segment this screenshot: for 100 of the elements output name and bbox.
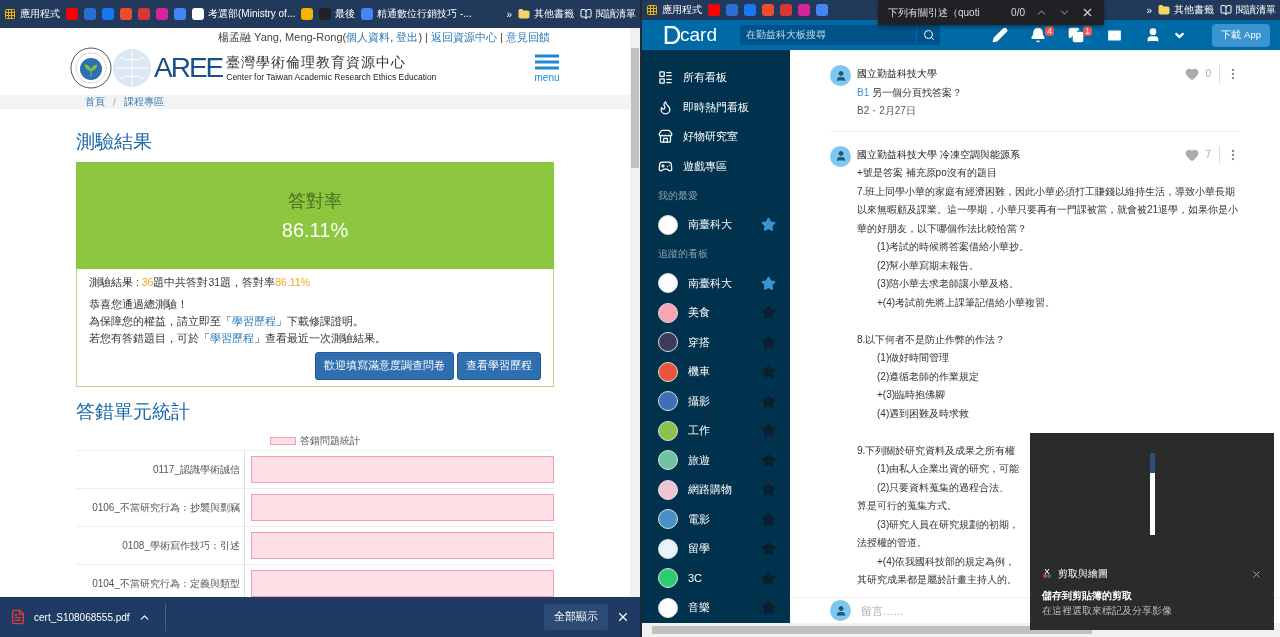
- reading-list[interactable]: 閱讀清單: [1220, 3, 1276, 17]
- notification-badge: 4: [1045, 26, 1054, 36]
- board-item[interactable]: 留學: [642, 534, 790, 564]
- comment-text: 法授權的管道。: [857, 536, 927, 550]
- breadcrumb-link[interactable]: 課程專區: [123, 95, 164, 109]
- star-icon[interactable]: [761, 570, 776, 586]
- show-all-button[interactable]: 全部顯示: [544, 604, 608, 630]
- board-item[interactable]: 穿搭: [642, 327, 790, 357]
- board-item[interactable]: 網路購物: [642, 475, 790, 505]
- history-link[interactable]: 學習歷程: [232, 315, 276, 327]
- breadcrumb-link[interactable]: 首頁: [85, 95, 105, 109]
- legend-swatch: [270, 437, 296, 445]
- result-summary: 測驗結果 : 36題中共答對31題，答對率86.11%: [89, 275, 311, 290]
- comment-text: 8.以下何者不是防止作弊的作法？: [857, 332, 1006, 347]
- sidebar-item[interactable]: 遊戲專區: [642, 151, 790, 181]
- history-link[interactable]: 學習歷程: [210, 332, 254, 344]
- category-label: 0104_不當研究行為：定義與類型: [91, 576, 241, 591]
- board-item[interactable]: 電影: [642, 504, 790, 534]
- bookmark-folder[interactable]: 其他書籤: [518, 7, 574, 21]
- user-avatar: [830, 600, 851, 621]
- apps-shortcut[interactable]: 應用程式: [646, 3, 702, 17]
- star-icon[interactable]: [761, 217, 776, 233]
- star-icon[interactable]: [761, 541, 776, 557]
- ministry-seal-drawing: [70, 47, 112, 89]
- site-icon[interactable]: [301, 8, 314, 20]
- star-icon[interactable]: [761, 334, 776, 350]
- more-bookmarks[interactable]: »: [1146, 4, 1152, 16]
- star-icon[interactable]: [761, 511, 776, 527]
- comment-text: +(4)考試前先將上課筆記借給小華複習。: [877, 295, 1056, 310]
- star-icon[interactable]: [761, 423, 776, 439]
- heart-icon[interactable]: [1185, 67, 1200, 82]
- comment-text: (3)研究人員在研究規劃的初期，: [877, 517, 1020, 532]
- site-icon[interactable]: [66, 8, 78, 20]
- toast-title: 儲存到剪貼簿的剪取: [1042, 589, 1133, 603]
- board-item[interactable]: 攝影: [642, 386, 790, 416]
- comment-text: 9.下列關於研究資料及成果之所有權: [857, 443, 1016, 458]
- pencil-icon[interactable]: [992, 27, 1008, 43]
- board-item[interactable]: 南臺科大: [642, 268, 790, 298]
- close-icon[interactable]: [1251, 568, 1262, 580]
- apps-shortcut[interactable]: 應用程式: [4, 7, 60, 21]
- star-icon[interactable]: [761, 275, 776, 291]
- comment-text: 7.班上同學小華的家庭有經濟困難，因此小華必須打工賺錢以維持生活，導致小華長期以來無暇顧及課業。這一學期，小華只要再有一門課被當，就會被21退學，如果你是小華的好朋友，以下哪個作法比較恰當？: [857, 184, 1240, 236]
- store-icon: [658, 129, 673, 145]
- comment-text: 算是可行的蒐集方式。: [857, 499, 957, 513]
- board-item[interactable]: 美食: [642, 298, 790, 328]
- bookmark-link[interactable]: 精通數位行銷技巧 -...: [361, 7, 472, 21]
- bookmark-link[interactable]: 考選部(Ministry of...: [192, 7, 296, 21]
- site-icon[interactable]: [174, 8, 186, 20]
- user-icon[interactable]: [1145, 27, 1161, 43]
- site-icon[interactable]: [708, 4, 720, 16]
- reading-list[interactable]: 閱讀清單: [580, 7, 636, 21]
- sidebar-item[interactable]: 所有看板: [642, 63, 790, 93]
- board-item[interactable]: 旅遊: [642, 445, 790, 475]
- site-icon[interactable]: [120, 8, 132, 20]
- apps-icon: [4, 8, 16, 20]
- card-badge: 1: [1083, 26, 1092, 36]
- close-icon[interactable]: [1081, 6, 1094, 19]
- match-count: 0/0: [1011, 7, 1025, 18]
- site-icon[interactable]: [762, 4, 774, 16]
- board-item[interactable]: 3C: [642, 563, 790, 593]
- search-field[interactable]: 在勤益科大板搜尋: [740, 25, 940, 45]
- sidebar-item[interactable]: 即時熱門看板: [642, 92, 790, 122]
- menu-icon: [534, 53, 560, 70]
- board-item[interactable]: 南臺科大: [642, 210, 790, 240]
- bell-icon[interactable]: [1030, 27, 1046, 43]
- star-icon[interactable]: [761, 482, 776, 498]
- cards-icon[interactable]: [1068, 27, 1084, 43]
- user-info: 楊孟融 Yang, Meng-Rong(個人資料, 登出) | 返回資源中心 | 意見回饋: [217, 30, 551, 45]
- sidebar-item[interactable]: 好物研究室: [642, 122, 790, 152]
- board-item[interactable]: 機車: [642, 357, 790, 387]
- menu-button[interactable]: menu: [534, 53, 560, 83]
- logo-icon: [664, 26, 680, 44]
- bookmark-link[interactable]: 最後: [319, 7, 356, 21]
- star-icon[interactable]: [761, 364, 776, 380]
- board-item[interactable]: 工作: [642, 416, 790, 446]
- bookmark-folder[interactable]: 其他書籤: [1158, 3, 1214, 17]
- action-button[interactable]: 歡迎填寫滿意度調查問卷: [315, 352, 454, 380]
- search-icon[interactable]: [922, 29, 935, 41]
- star-icon[interactable]: [761, 600, 776, 616]
- section-label: 我的最愛: [657, 188, 699, 203]
- download-file[interactable]: cert_S108068555.pdf: [34, 611, 130, 623]
- action-button[interactable]: 查看學習歷程: [457, 352, 541, 380]
- user-link[interactable]: 登出: [396, 31, 419, 43]
- star-icon[interactable]: [761, 305, 776, 321]
- user-link[interactable]: 返回資源中心: [431, 31, 497, 43]
- star-icon[interactable]: [761, 393, 776, 409]
- score-value: 86.11%: [281, 219, 349, 242]
- more-bookmarks[interactable]: »: [506, 8, 512, 20]
- scissors-icon: [1042, 569, 1052, 579]
- star-icon[interactable]: [761, 452, 776, 468]
- breadcrumb-separator: /: [113, 96, 116, 108]
- user-link[interactable]: 意見回饋: [506, 31, 550, 43]
- find-field[interactable]: 下列有關引述（quoti: [888, 5, 1002, 20]
- comment-text: (1)考試的時候將答案借給小華抄。: [877, 240, 1030, 254]
- board-item[interactable]: 音樂: [642, 593, 790, 623]
- globe-icon: [112, 48, 152, 88]
- comment-text: (2)遵循老師的作業規定: [877, 369, 980, 384]
- site-icon[interactable]: [816, 4, 828, 16]
- heart-icon[interactable]: [1185, 147, 1200, 162]
- close-icon[interactable]: [616, 610, 630, 624]
